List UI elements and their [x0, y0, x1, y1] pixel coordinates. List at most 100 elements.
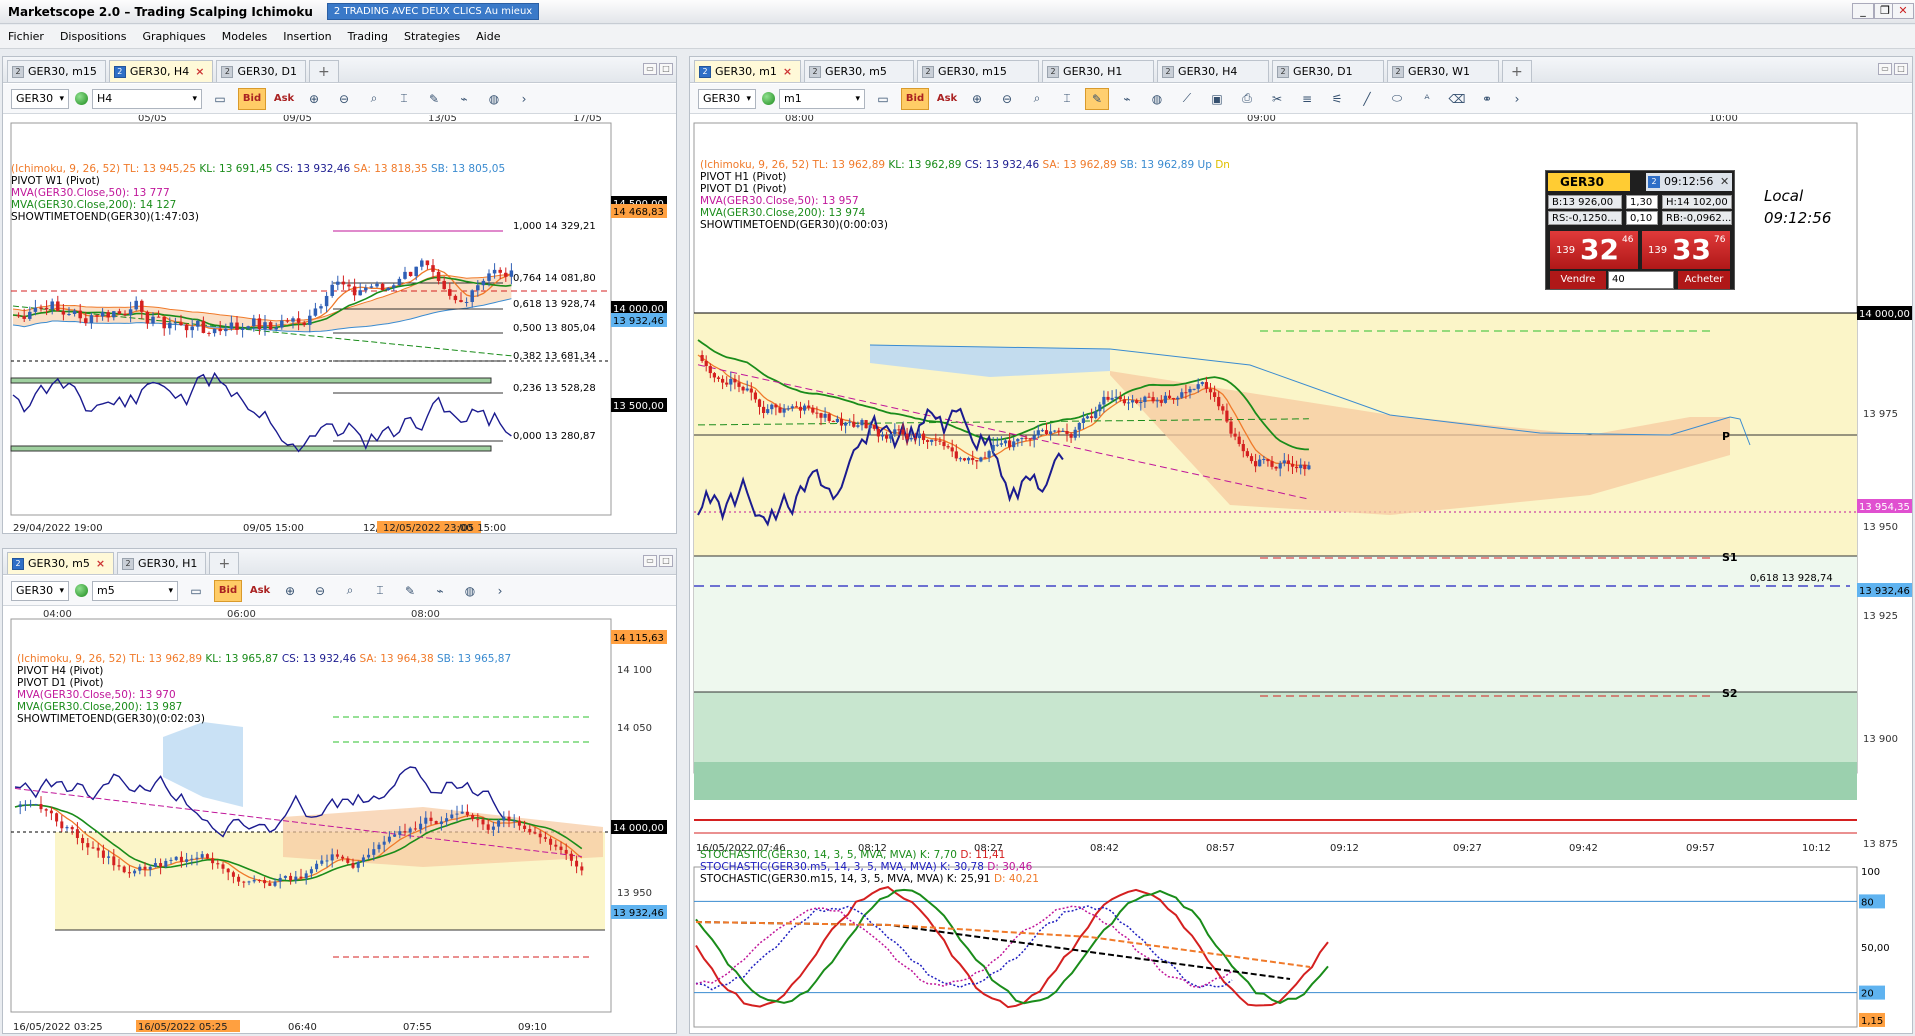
close-tab-icon[interactable]: ×: [96, 557, 105, 570]
zoom-in-icon[interactable]: ⊕: [278, 580, 302, 602]
zoom-out-icon[interactable]: ⊖: [308, 580, 332, 602]
tab-ger30-w1[interactable]: 2 GER30, W1: [1387, 60, 1500, 82]
image-icon[interactable]: ▣: [1205, 88, 1229, 110]
tab-ger30-m1[interactable]: 2 GER30, m1 ×: [694, 60, 802, 82]
add-tab-button[interactable]: +: [1502, 60, 1532, 82]
candle-body: [1098, 404, 1102, 412]
tab-ger30-h1[interactable]: 2 GER30, H1: [1042, 60, 1155, 82]
symbol-select[interactable]: GER30: [11, 580, 69, 601]
eraser-icon[interactable]: ⌫: [1445, 88, 1469, 110]
candle-body: [831, 420, 835, 423]
signal-icon[interactable]: ⌁: [428, 580, 452, 602]
signal-icon[interactable]: ⌁: [452, 88, 476, 110]
sell-button[interactable]: Vendre: [1550, 271, 1606, 289]
timeframe-select[interactable]: m5: [92, 580, 178, 601]
trendline-icon[interactable]: ╱: [1355, 88, 1379, 110]
indicator-icon[interactable]: ⌕: [1025, 88, 1049, 110]
bid-button[interactable]: Bid: [214, 579, 242, 602]
quantity-select[interactable]: 40: [1608, 271, 1674, 289]
globe-icon[interactable]: ◍: [1145, 88, 1169, 110]
ask-button[interactable]: Ask: [935, 88, 959, 110]
bid-button[interactable]: Bid: [238, 87, 266, 110]
tab-ger30-h4[interactable]: 2 GER30, H4: [1157, 60, 1270, 82]
ask-button[interactable]: Ask: [248, 580, 272, 602]
zoom-out-icon[interactable]: ⊖: [332, 88, 356, 110]
tab-ger30-h4[interactable]: 2 GER30, H4 ×: [108, 60, 214, 82]
cursor-icon[interactable]: ⌶: [1055, 88, 1079, 110]
close-icon[interactable]: ✕: [1892, 3, 1914, 19]
menu-aide[interactable]: Aide: [468, 30, 508, 43]
restore-panel-icon[interactable]: ▭: [1878, 63, 1892, 75]
menu-strategies[interactable]: Strategies: [396, 30, 468, 43]
restore-panel-icon[interactable]: ▭: [643, 63, 657, 75]
annotation-icon[interactable]: ✎: [422, 88, 446, 110]
more-icon[interactable]: ›: [1505, 88, 1529, 110]
chart-type-icon[interactable]: ▭: [208, 88, 232, 110]
ruler-icon[interactable]: ⟋: [1175, 88, 1199, 110]
chart-type-icon[interactable]: ▭: [184, 580, 208, 602]
symbol-select[interactable]: GER30: [11, 88, 69, 109]
stoch-level-label: 50,00: [1861, 943, 1890, 954]
tab-ger30-h1[interactable]: 2 GER30, H1: [117, 552, 207, 574]
objects-icon[interactable]: ⚭: [1475, 88, 1499, 110]
candle-body: [224, 328, 228, 332]
close-trade-box-icon[interactable]: ✕: [1720, 175, 1729, 188]
add-tab-button[interactable]: +: [209, 552, 240, 574]
cursor-icon[interactable]: ⌶: [368, 580, 392, 602]
tab-ger30-m15[interactable]: 2 GER30, m15: [7, 60, 106, 82]
lines-icon[interactable]: ≡: [1295, 88, 1319, 110]
menu-dispositions[interactable]: Dispositions: [52, 30, 135, 43]
add-tab-button[interactable]: +: [309, 60, 339, 82]
ask-button[interactable]: Ask: [272, 88, 296, 110]
maximize-panel-icon[interactable]: □: [659, 555, 673, 567]
trading-mode-badge[interactable]: 2 TRADING AVEC DEUX CLICS Au mieux: [326, 3, 540, 20]
maximize-panel-icon[interactable]: □: [659, 63, 673, 75]
buy-price-button[interactable]: 139 33 76: [1642, 231, 1730, 269]
minimize-icon[interactable]: _: [1852, 3, 1874, 19]
annotation-icon[interactable]: ✎: [1085, 87, 1109, 110]
zoom-in-icon[interactable]: ⊕: [302, 88, 326, 110]
globe-icon[interactable]: ◍: [458, 580, 482, 602]
timeframe-select[interactable]: m1: [779, 88, 865, 109]
sell-price-button[interactable]: 139 32 46: [1550, 231, 1638, 269]
tab-ger30-m5[interactable]: 2 GER30, m5 ×: [7, 552, 115, 574]
signal-icon[interactable]: ⌁: [1115, 88, 1139, 110]
close-tab-icon[interactable]: ×: [195, 65, 204, 78]
timeframe-select[interactable]: H4: [92, 88, 202, 109]
tab-ger30-d1[interactable]: 2 GER30, D1: [1272, 60, 1385, 82]
tab-ger30-m5[interactable]: 2 GER30, m5: [804, 60, 915, 82]
zoom-in-icon[interactable]: ⊕: [965, 88, 989, 110]
menu-fichier[interactable]: Fichier: [0, 30, 52, 43]
more-icon[interactable]: ›: [488, 580, 512, 602]
tab-ger30-m15[interactable]: 2 GER30, m15: [917, 60, 1040, 82]
symbol-select[interactable]: GER30: [698, 88, 756, 109]
cursor-icon[interactable]: ⌶: [392, 88, 416, 110]
date-label: 13/05: [428, 115, 457, 124]
bid-button[interactable]: Bid: [901, 87, 929, 110]
globe-icon[interactable]: ◍: [482, 88, 506, 110]
price-tag: 13 932,46: [613, 908, 664, 919]
restore-panel-icon[interactable]: ▭: [643, 555, 657, 567]
more-icon[interactable]: ›: [512, 88, 536, 110]
candle-body: [235, 322, 239, 330]
shape-icon[interactable]: ⬭: [1385, 88, 1409, 110]
tab-ger30-d1[interactable]: 2 GER30, D1: [216, 60, 307, 82]
text-icon[interactable]: ᴬ: [1415, 88, 1439, 110]
buy-button[interactable]: Acheter: [1678, 271, 1730, 289]
annotation-icon[interactable]: ✎: [398, 580, 422, 602]
chart-type-icon[interactable]: ▭: [871, 88, 895, 110]
tools-icon[interactable]: ✂: [1265, 88, 1289, 110]
indicator-icon[interactable]: ⌕: [338, 580, 362, 602]
menu-trading[interactable]: Trading: [340, 30, 396, 43]
print-icon[interactable]: ⎙: [1235, 88, 1259, 110]
menu-modeles[interactable]: Modeles: [214, 30, 276, 43]
menu-graphiques[interactable]: Graphiques: [135, 30, 214, 43]
candle-body: [1172, 397, 1176, 400]
fibonacci-icon[interactable]: ⚟: [1325, 88, 1349, 110]
menu-insertion[interactable]: Insertion: [275, 30, 339, 43]
close-tab-icon[interactable]: ×: [783, 65, 792, 78]
trade-symbol-select[interactable]: GER30: [1548, 173, 1630, 191]
zoom-out-icon[interactable]: ⊖: [995, 88, 1019, 110]
maximize-panel-icon[interactable]: □: [1894, 63, 1908, 75]
indicator-icon[interactable]: ⌕: [362, 88, 386, 110]
